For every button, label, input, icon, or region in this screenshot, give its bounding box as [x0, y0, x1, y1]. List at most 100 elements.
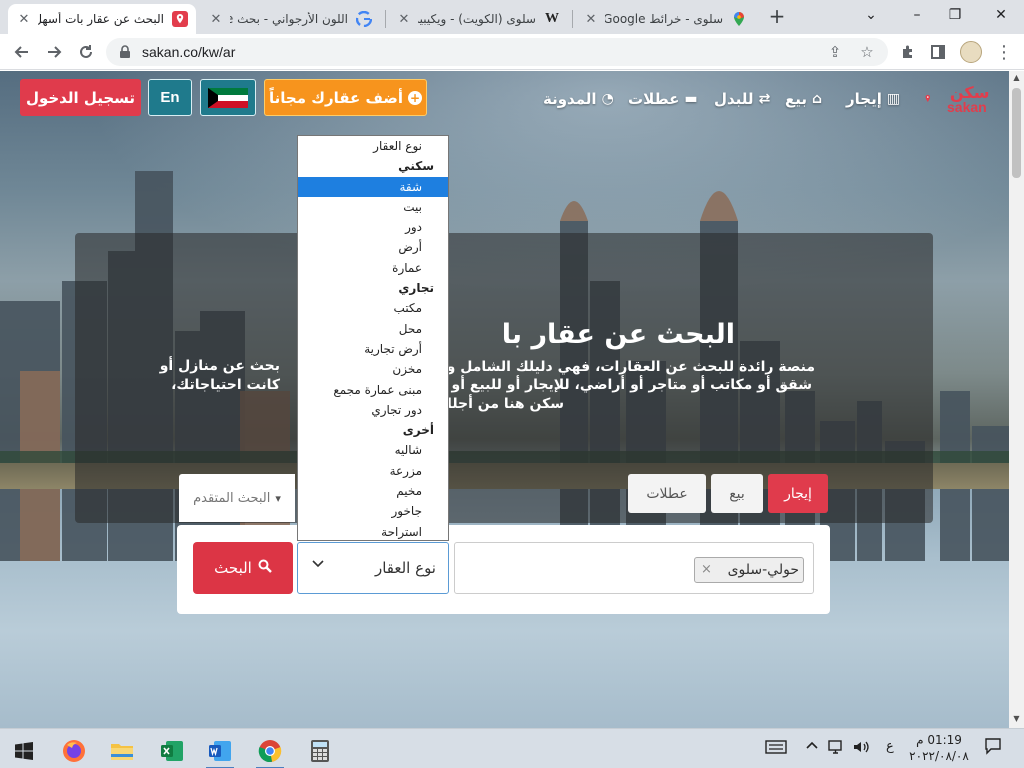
file-explorer-icon[interactable] [102, 733, 142, 768]
dropdown-option[interactable]: مزرعة [298, 461, 448, 481]
chevron-up-icon[interactable] [806, 739, 818, 753]
search-icon [258, 559, 272, 577]
nav-blog[interactable]: ◔ المدونة [543, 90, 614, 108]
dropdown-group-label: سكني [398, 159, 434, 174]
nav-rent[interactable]: ▥ إيجار [846, 90, 900, 108]
property-type-select[interactable]: نوع العقار [297, 542, 449, 594]
google-g-icon [356, 11, 372, 27]
dropdown-option[interactable]: دور تجاري [298, 400, 448, 420]
wikipedia-w-icon: W [545, 11, 559, 26]
scroll-down-arrow-icon[interactable]: ▼ [1011, 714, 1022, 726]
share-icon[interactable]: ⇪ [826, 43, 844, 61]
dropdown-group-label: تجاري [398, 281, 434, 296]
chevron-down-icon [312, 557, 324, 573]
chrome-icon[interactable] [250, 733, 290, 768]
nav-rent-label: إيجار [846, 90, 882, 108]
dropdown-option[interactable]: مخيم [298, 481, 448, 501]
tab-google-maps[interactable]: سلوى - خرائط Google ✕ [575, 4, 755, 34]
firefox-icon[interactable] [54, 733, 94, 768]
dropdown-option[interactable]: نوع العقار [298, 136, 448, 156]
tab-title: اللون الأرجواني - بحث Google [230, 12, 348, 26]
word-icon[interactable] [200, 733, 240, 768]
close-tab-icon[interactable]: ✕ [583, 12, 599, 27]
plus-circle-icon: + [408, 90, 422, 105]
dropdown-option[interactable]: استراحة [298, 522, 448, 540]
profile-avatar[interactable] [960, 41, 982, 63]
calculator-icon[interactable] [300, 733, 340, 768]
close-tab-icon[interactable]: ✕ [16, 12, 32, 27]
restore-button[interactable]: ❐ [932, 0, 978, 30]
nav-holidays[interactable]: ▬ عطلات [628, 90, 698, 108]
clock-time: 01:19 م [916, 733, 962, 747]
tab-title: البحث عن عقار بات أسهل [38, 12, 164, 26]
notification-center-icon[interactable] [984, 737, 1002, 758]
hero-description-line-2: شقق أو مكاتب أو متاجر أو أراضي، للإيجار … [412, 377, 812, 393]
chevron-down-icon: ▾ [275, 491, 281, 505]
dropdown-option[interactable]: دور [298, 217, 448, 237]
nav-holidays-label: عطلات [628, 90, 680, 108]
network-icon[interactable] [828, 739, 846, 758]
dropdown-option[interactable]: أرض [298, 237, 448, 257]
tab-separator [385, 10, 386, 28]
nav-sale[interactable]: ⌂ بيع [785, 90, 822, 108]
volume-icon[interactable] [852, 739, 870, 758]
language-toggle-button[interactable]: En [148, 79, 192, 116]
dropdown-option[interactable]: شقة [298, 176, 448, 197]
back-button[interactable] [10, 40, 34, 64]
map-pin-logo-icon[interactable] [925, 84, 945, 114]
system-clock[interactable]: 01:19 م ٢٠٢٢/٠٨/٠٨ [906, 732, 972, 764]
close-tab-icon[interactable]: ✕ [396, 12, 412, 27]
location-chip-label: حولي-سلوى [727, 562, 799, 578]
tab-search-chevron-icon[interactable]: ⌄ [848, 0, 894, 30]
arrow-right-icon [48, 46, 62, 58]
tab-rent[interactable]: إيجار [768, 474, 828, 513]
browser-menu-kebab-icon[interactable]: ⋮ [992, 40, 1016, 64]
dropdown-option[interactable]: عمارة [298, 258, 448, 278]
reload-button[interactable] [74, 40, 98, 64]
search-button[interactable]: البحث [193, 542, 293, 594]
remove-chip-icon[interactable]: × [701, 562, 712, 577]
location-chip: حولي-سلوى × [694, 557, 804, 583]
side-panel-icon[interactable] [926, 40, 950, 64]
dropdown-option[interactable]: مبنى عمارة مجمع [298, 380, 448, 400]
forward-button[interactable] [42, 40, 66, 64]
country-selector-button[interactable] [200, 79, 256, 116]
login-button[interactable]: تسجيل الدخول [20, 79, 141, 116]
tab-wikipedia[interactable]: W سلوى (الكويت) - ويكيبيديا ✕ [388, 4, 568, 34]
logo-text-english[interactable]: sakan [947, 99, 987, 115]
windows-taskbar: ع 01:19 م ٢٠٢٢/٠٨/٠٨ [0, 728, 1024, 768]
new-tab-button[interactable]: + [764, 6, 790, 28]
dropdown-option[interactable]: أرض تجارية [298, 339, 448, 359]
close-window-button[interactable]: ✕ [978, 0, 1024, 30]
close-tab-icon[interactable]: ✕ [208, 12, 224, 27]
dropdown-option[interactable]: جاخور [298, 501, 448, 521]
dropdown-option[interactable]: شاليه [298, 440, 448, 460]
dropdown-option[interactable]: بيت [298, 197, 448, 217]
tab-google-search[interactable]: اللون الأرجواني - بحث Google ✕ [200, 4, 380, 34]
keyboard-layout-icon[interactable] [765, 739, 787, 758]
address-bar[interactable]: sakan.co/kw/ar ⇪ ☆ [106, 38, 888, 66]
tab-sale[interactable]: بيع [711, 474, 763, 513]
tab-title: سلوى - خرائط Google [605, 12, 723, 26]
advanced-search-toggle[interactable]: ▾ البحث المتقدم [179, 474, 295, 522]
input-language-indicator[interactable]: ع [886, 739, 894, 754]
scrollbar-thumb[interactable] [1012, 88, 1021, 178]
tab-sakan[interactable]: البحث عن عقار بات أسهل ✕ [8, 4, 196, 34]
dropdown-option[interactable]: مكتب [298, 298, 448, 318]
extensions-puzzle-icon[interactable] [896, 40, 920, 64]
windows-start-icon[interactable] [4, 733, 44, 768]
location-input[interactable]: حولي-سلوى × [454, 542, 814, 594]
dropdown-option[interactable]: محل [298, 319, 448, 339]
scroll-up-arrow-icon[interactable]: ▲ [1011, 73, 1022, 85]
clock-date: ٢٠٢٢/٠٨/٠٨ [909, 749, 969, 763]
tab-title: سلوى (الكويت) - ويكيبيديا [418, 12, 536, 26]
dropdown-option[interactable]: مخزن [298, 359, 448, 379]
tab-separator [572, 10, 573, 28]
add-property-button[interactable]: + أضف عقارك مجاناً [264, 79, 427, 116]
tab-holidays[interactable]: عطلات [628, 474, 706, 513]
hero-description-line-1: منصة رائدة للبحث عن العقارات، فهي دليلك … [409, 359, 815, 375]
nav-exchange[interactable]: ⇄ للبدل [714, 90, 770, 108]
excel-icon[interactable] [152, 733, 192, 768]
bookmark-star-icon[interactable]: ☆ [858, 43, 876, 61]
property-type-dropdown-list[interactable]: نوع العقار سكني شقة بيت دور أرض عمارة تجاري مكتب… [297, 135, 449, 541]
